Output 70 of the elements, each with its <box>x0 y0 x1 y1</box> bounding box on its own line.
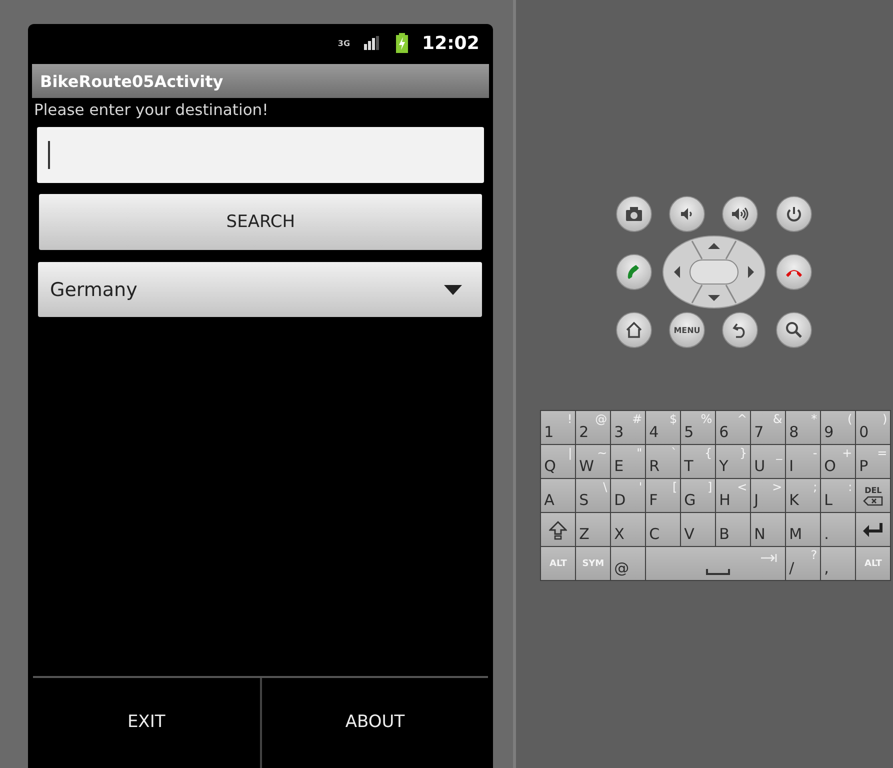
keyboard-key[interactable]: R ` <box>646 445 680 478</box>
keyboard-key[interactable]: U _ <box>751 445 786 478</box>
home-icon[interactable] <box>616 312 652 348</box>
clock: 12:02 <box>422 32 480 54</box>
keyboard-key[interactable]: 5 % <box>681 411 716 444</box>
keyboard-key[interactable]: L : <box>821 479 856 512</box>
keyboard-key[interactable]: 1 ! <box>541 411 576 444</box>
country-spinner[interactable]: Germany <box>38 262 482 317</box>
destination-field[interactable] <box>37 127 484 183</box>
keyboard-key[interactable]: H < <box>716 479 750 512</box>
keyboard-key[interactable]: M <box>786 513 820 546</box>
enter-arrow-icon <box>862 522 884 538</box>
keyboard-key[interactable]: @ <box>611 547 646 580</box>
hang-up-icon[interactable] <box>776 254 812 290</box>
keyboard-key[interactable]: I - <box>786 445 820 478</box>
keyboard-key[interactable]: 3 # <box>611 411 646 444</box>
keyboard-key[interactable]: G ] <box>681 479 716 512</box>
keyboard-key[interactable]: Y } <box>716 445 750 478</box>
spinner-value: Germany <box>50 278 138 300</box>
delete-key[interactable]: DEL <box>856 479 890 512</box>
keyboard-key[interactable]: Z <box>576 513 610 546</box>
menu-button[interactable]: MENU <box>669 312 705 348</box>
keyboard-key[interactable]: Q | <box>541 445 576 478</box>
prompt-label: Please enter your destination! <box>33 100 270 121</box>
keyboard-key[interactable]: 9 ( <box>821 411 856 444</box>
keyboard-key[interactable]: T { <box>681 445 716 478</box>
keyboard-key[interactable]: , <box>821 547 856 580</box>
keyboard-key[interactable]: W ~ <box>576 445 610 478</box>
power-icon[interactable] <box>776 196 812 232</box>
keyboard-key[interactable]: P = <box>856 445 890 478</box>
volume-down-icon[interactable] <box>669 196 705 232</box>
enter-key[interactable] <box>856 513 890 546</box>
keyboard-key[interactable]: F [ <box>646 479 680 512</box>
network-indicator: 3G <box>338 38 350 48</box>
keyboard-key[interactable]: B <box>716 513 750 546</box>
keyboard-key[interactable]: N <box>751 513 786 546</box>
search-button[interactable]: SEARCH <box>39 194 482 250</box>
keyboard-key[interactable]: . <box>821 513 856 546</box>
keyboard-key[interactable]: K ; <box>786 479 820 512</box>
keyboard-key[interactable]: 7 & <box>751 411 786 444</box>
keyboard-key[interactable]: X <box>611 513 646 546</box>
keyboard-key[interactable]: D ' <box>611 479 646 512</box>
camera-icon[interactable] <box>616 196 652 232</box>
keyboard-key[interactable]: S \ <box>576 479 610 512</box>
title-bar: BikeRoute05Activity <box>32 64 490 98</box>
keyboard-key[interactable]: V <box>681 513 716 546</box>
keyboard-key[interactable]: / ? <box>786 547 820 580</box>
space-bar-icon <box>706 569 730 575</box>
keyboard-key[interactable]: 4 $ <box>646 411 680 444</box>
keyboard-key[interactable]: 0 ) <box>856 411 890 444</box>
shift-key[interactable] <box>541 513 576 546</box>
keyboard-key[interactable]: A <box>541 479 576 512</box>
keyboard-key[interactable]: 8 * <box>786 411 820 444</box>
keyboard-key[interactable]: 6 ^ <box>716 411 750 444</box>
volume-up-icon[interactable] <box>722 196 758 232</box>
shift-arrow-icon <box>549 520 568 540</box>
phone-icon[interactable] <box>616 254 652 290</box>
battery-charging-icon <box>396 33 408 53</box>
dropdown-arrow-icon <box>444 284 462 294</box>
keyboard-key[interactable]: C <box>646 513 680 546</box>
keyboard-key[interactable]: J > <box>751 479 786 512</box>
search-icon[interactable] <box>776 312 812 348</box>
key-label: DEL <box>864 486 882 494</box>
keyboard-key[interactable]: E " <box>611 445 646 478</box>
keyboard-key[interactable]: 2 @ <box>576 411 610 444</box>
tab-arrow-icon <box>761 554 778 562</box>
back-icon[interactable] <box>722 312 758 348</box>
keyboard-key[interactable]: O + <box>821 445 856 478</box>
dpad-button[interactable] <box>662 235 766 309</box>
backspace-icon <box>863 496 884 506</box>
